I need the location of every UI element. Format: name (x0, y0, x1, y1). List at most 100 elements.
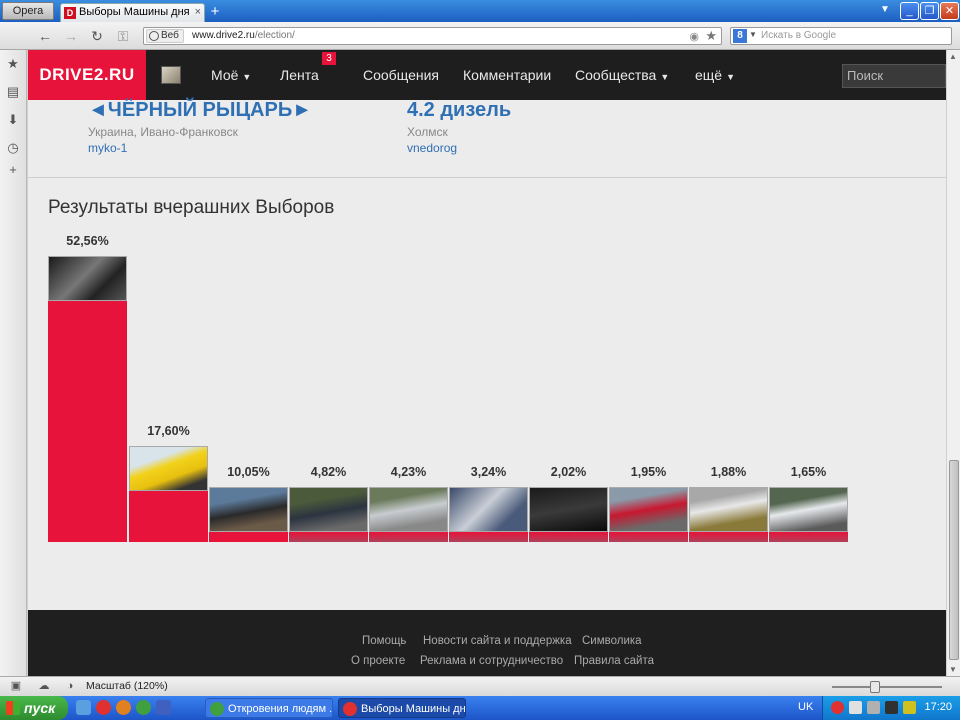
chart-bar-car-photo[interactable] (769, 487, 848, 532)
nav-messages[interactable]: Сообщения (363, 50, 439, 100)
bookmarks-star-icon[interactable]: ★ (6, 57, 20, 71)
footer-link-symbols[interactable]: Символика (582, 635, 642, 647)
chart-bar[interactable] (529, 487, 608, 542)
chart-bar[interactable] (289, 487, 368, 542)
reload-icon[interactable]: ↻ (88, 27, 106, 45)
opera-menu-button[interactable]: Opera (2, 2, 54, 20)
chrome-quicklaunch-icon[interactable] (136, 700, 151, 715)
zoom-slider-handle[interactable] (870, 681, 880, 693)
winner-user-link[interactable]: vnedorog (407, 141, 457, 155)
chart-bar-car-photo[interactable] (609, 487, 688, 532)
footer-link-about[interactable]: О проекте (351, 655, 405, 667)
winner-car-title[interactable]: ◄ЧЁРНЫЙ РЫЦАРЬ► (88, 99, 312, 122)
history-clock-icon[interactable]: ◷ (6, 141, 20, 155)
downloads-icon[interactable]: ⬇ (6, 113, 20, 127)
notes-icon[interactable]: ▤ (6, 85, 20, 99)
tab-active[interactable]: D Выборы Машины дня × (60, 3, 205, 22)
chart-bar-fill (609, 532, 688, 542)
chart-bar[interactable] (689, 487, 768, 542)
language-indicator[interactable]: UK (798, 701, 813, 713)
forward-arrow-icon[interactable]: → (62, 27, 80, 45)
bookmark-star-icon[interactable]: ★ (705, 28, 717, 44)
rss-feed-icon[interactable]: ◉ (689, 30, 699, 43)
winner-user-link[interactable]: myko-1 (88, 141, 127, 155)
chart-bar[interactable] (609, 487, 688, 542)
footer-link-rules[interactable]: Правила сайта (574, 655, 654, 667)
site-logo[interactable]: DRIVE2.RU (28, 50, 146, 100)
scroll-up-icon[interactable]: ▲ (949, 52, 957, 61)
start-button[interactable]: пуск (0, 696, 68, 720)
results-title: Результаты вчерашних Выборов (48, 197, 335, 218)
zoom-level[interactable]: Масштаб (120%) (86, 680, 168, 692)
nav-label: Комментарии (463, 67, 552, 83)
taskbar-item-opera[interactable]: Выборы Машины дн... (338, 698, 466, 718)
browser-status-bar: ▣ ☁ ◑ Масштаб (120%) (0, 676, 960, 696)
wand-key-icon[interactable]: ⚿ (114, 27, 132, 45)
avatar[interactable] (161, 66, 181, 84)
url-security-badge[interactable]: Веб (146, 29, 184, 43)
tab-list-chevron-icon[interactable]: ▼ (880, 4, 890, 15)
chart-bar-car-photo[interactable] (129, 446, 208, 492)
chevron-down-icon: ▼ (726, 72, 736, 82)
nav-comments[interactable]: Комментарии (463, 50, 551, 100)
panel-toggle-icon[interactable]: ▣ (10, 680, 22, 692)
chart-bar[interactable] (209, 487, 288, 542)
firefox-quicklaunch-icon[interactable] (116, 700, 131, 715)
site-search-input[interactable]: Поиск (842, 64, 946, 88)
chart-bar[interactable] (369, 487, 448, 542)
app-quicklaunch-icon[interactable] (156, 700, 171, 715)
new-tab-button[interactable]: + (207, 4, 223, 20)
tab-close-icon[interactable]: × (195, 4, 201, 21)
nav-communities[interactable]: Сообщества ▼ (575, 50, 669, 100)
window-restore-button[interactable]: ❐ (920, 2, 939, 20)
chart-bar-car-photo[interactable] (529, 487, 608, 532)
chart-bar[interactable] (769, 487, 848, 542)
chart-bar[interactable] (449, 487, 528, 542)
web-search-input[interactable]: 8 ▼ Искать в Google (730, 27, 952, 45)
feed-count-badge: 3 (322, 52, 336, 65)
url-badge-label: Веб (161, 30, 179, 41)
network-icon[interactable] (867, 701, 880, 714)
speed-dial-icon[interactable]: ◑ (64, 680, 76, 692)
footer-link-news[interactable]: Новости сайта и поддержка (423, 635, 572, 647)
chart-bar-car-photo[interactable] (689, 487, 768, 532)
footer-link-help[interactable]: Помощь (362, 635, 406, 647)
chart-bar-car-photo[interactable] (289, 487, 368, 532)
window-minimize-button[interactable]: _ (900, 2, 919, 20)
window-close-button[interactable]: ✕ (940, 2, 959, 20)
chart-bar-value-label: 4,23% (390, 465, 427, 479)
footer-link-advertising[interactable]: Реклама и сотрудничество (420, 655, 563, 667)
chart-bar-car-photo[interactable] (209, 487, 288, 532)
search-engine-chevron-icon[interactable]: ▼ (749, 30, 757, 39)
taskbar-item-chrome[interactable]: Откровения людям ... (205, 698, 333, 718)
nav-my-menu[interactable]: Моё ▼ (211, 50, 251, 100)
chart-bar-car-photo[interactable] (449, 487, 528, 532)
scroll-down-icon[interactable]: ▼ (949, 665, 957, 674)
url-input[interactable]: Веб www.drive2.ru/election/ ◉ ★ (143, 27, 722, 45)
app-tray-icon[interactable] (903, 701, 916, 714)
show-desktop-icon[interactable] (76, 700, 91, 715)
chart-bar-fill (209, 532, 288, 542)
cloud-icon[interactable]: ☁ (38, 680, 50, 692)
google-icon[interactable]: 8 (733, 29, 747, 43)
scrollbar-thumb[interactable] (949, 460, 959, 660)
drive2-favicon-icon: D (64, 7, 76, 19)
page-scrollbar[interactable]: ▲ ▼ (946, 50, 960, 676)
chart-bar[interactable] (48, 256, 127, 542)
chart-bar-car-photo[interactable] (48, 256, 127, 301)
chart-bar-fill (129, 491, 208, 542)
section-divider (28, 177, 946, 178)
winner-car-title[interactable]: 4.2 дизель (407, 99, 511, 122)
opera-quicklaunch-icon[interactable] (96, 700, 111, 715)
chart-bar-car-photo[interactable] (369, 487, 448, 532)
nav-feed[interactable]: Лента (280, 50, 319, 100)
opera-tray-icon[interactable] (831, 701, 844, 714)
back-arrow-icon[interactable]: ← (36, 27, 54, 45)
antivirus-tray-icon[interactable] (885, 701, 898, 714)
add-panel-icon[interactable]: + (6, 163, 20, 177)
zoom-slider[interactable] (832, 686, 942, 688)
chart-bar-fill (689, 532, 768, 542)
nav-more[interactable]: ещё ▼ (695, 50, 735, 100)
volume-icon[interactable] (849, 701, 862, 714)
chart-bar[interactable] (129, 446, 208, 542)
